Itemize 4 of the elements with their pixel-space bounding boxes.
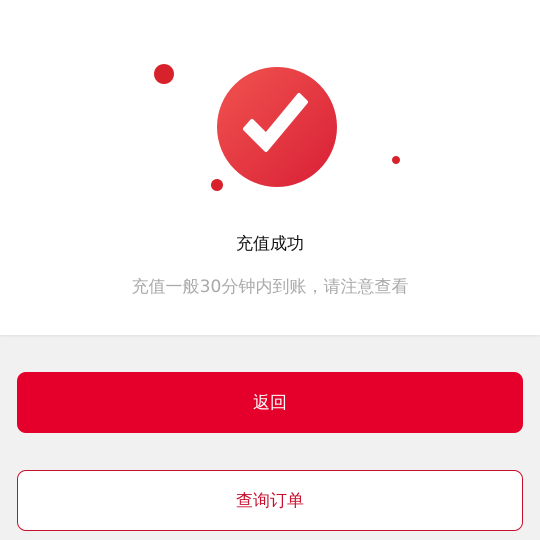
order-query-button[interactable]: 查询订单	[17, 470, 523, 531]
info-message: 充值一般30分钟内到账，请注意查看	[132, 276, 408, 298]
success-title: 充值成功	[236, 233, 304, 255]
back-button[interactable]: 返回	[17, 372, 523, 433]
